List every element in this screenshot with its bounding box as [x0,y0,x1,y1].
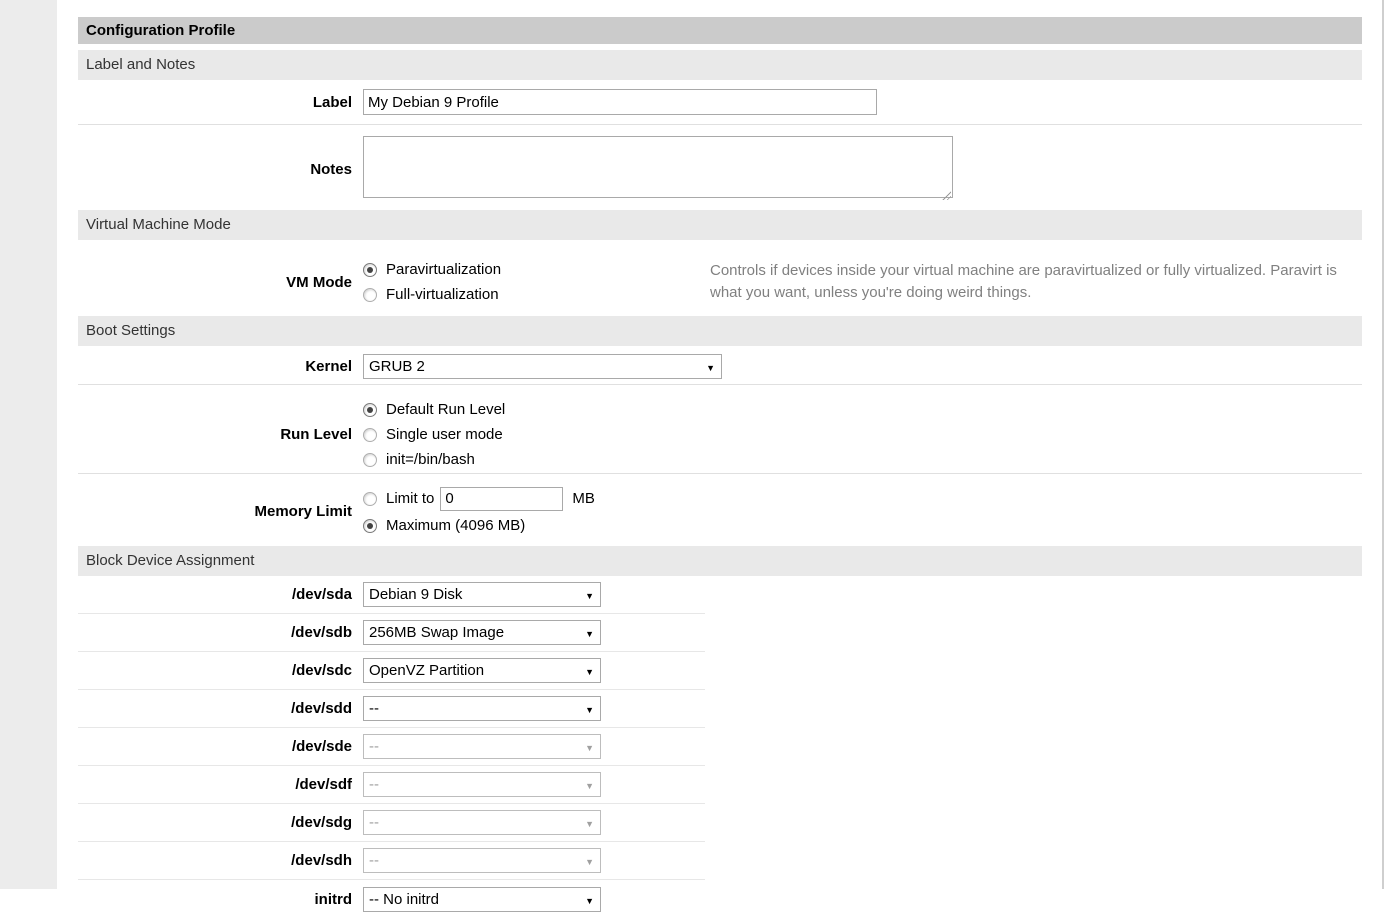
device-row-sdc: /dev/sdc OpenVZ Partition [78,652,705,690]
memory-unit-label: MB [572,490,595,507]
memory-limit-input[interactable] [440,487,563,511]
radio-button-icon[interactable] [363,492,377,506]
memory-limit-label: Memory Limit [78,503,352,520]
device-row-sdf: /dev/sdf -- [78,766,705,804]
dropdown-arrow-icon [585,662,594,679]
radio-button-icon[interactable] [363,453,377,467]
label-input[interactable] [363,89,877,115]
option-label: Default Run Level [386,401,505,418]
dropdown-arrow-icon [585,586,594,603]
memory-limit-option-maximum[interactable]: Maximum (4096 MB) [363,513,595,538]
vm-mode-help-text: Controls if devices inside your virtual … [710,260,1350,304]
page-left-margin [0,0,57,889]
run-level-row: Run Level Default Run Level Single user … [78,385,1362,474]
device-select-sdb[interactable]: 256MB Swap Image [363,620,601,645]
section-header-virtual-machine-mode: Virtual Machine Mode [78,210,1362,240]
right-edge-border [1382,0,1384,889]
device-row-initrd: initrd -- No initrd [78,880,705,918]
device-label: /dev/sdg [78,814,352,831]
device-select-value: -- [369,738,379,755]
section-header-label-and-notes: Label and Notes [78,50,1362,80]
vm-mode-option-full-virtualization[interactable]: Full-virtualization [363,282,710,307]
device-select-sdg: -- [363,810,601,835]
label-field-label: Label [78,94,352,111]
run-level-option-single-user[interactable]: Single user mode [363,422,505,447]
option-label: Paravirtualization [386,261,501,278]
dropdown-arrow-icon [585,814,594,831]
device-label: /dev/sdf [78,776,352,793]
initrd-select[interactable]: -- No initrd [363,887,601,912]
radio-button-icon[interactable] [363,519,377,533]
label-row: Label [78,80,1362,125]
radio-button-icon[interactable] [363,263,377,277]
configuration-profile-form: Configuration Profile Label and Notes La… [78,17,1362,918]
vm-mode-row: VM Mode Paravirtualization Full-virtuali… [78,240,1362,316]
device-row-sde: /dev/sde -- [78,728,705,766]
block-device-table: /dev/sda Debian 9 Disk /dev/sdb 256MB Sw… [78,576,705,918]
device-select-value: -- No initrd [369,891,439,908]
device-select-sdf: -- [363,772,601,797]
device-label: /dev/sdh [78,852,352,869]
dropdown-arrow-icon [585,776,594,793]
kernel-row: Kernel GRUB 2 [78,346,1362,385]
device-label: /dev/sda [78,586,352,603]
device-select-value: -- [369,814,379,831]
run-level-option-default[interactable]: Default Run Level [363,397,505,422]
memory-limit-row: Memory Limit Limit to MB Maximum (4096 M… [78,474,1362,546]
device-label: /dev/sde [78,738,352,755]
kernel-select[interactable]: GRUB 2 [363,354,722,379]
option-label: Maximum (4096 MB) [386,517,525,534]
kernel-label: Kernel [78,358,352,375]
run-level-option-init-bin-bash[interactable]: init=/bin/bash [363,447,505,472]
device-label: /dev/sdd [78,700,352,717]
device-select-sdc[interactable]: OpenVZ Partition [363,658,601,683]
kernel-select-value: GRUB 2 [369,358,425,375]
device-select-sdh: -- [363,848,601,873]
notes-field-label: Notes [78,161,352,178]
device-select-value: -- [369,700,379,717]
dropdown-arrow-icon [585,738,594,755]
device-row-sdh: /dev/sdh -- [78,842,705,880]
device-label: /dev/sdc [78,662,352,679]
notes-row: Notes [78,125,1362,210]
device-row-sda: /dev/sda Debian 9 Disk [78,576,705,614]
dropdown-arrow-icon [706,358,715,375]
device-select-sdd[interactable]: -- [363,696,601,721]
device-select-sde: -- [363,734,601,759]
device-row-sdb: /dev/sdb 256MB Swap Image [78,614,705,652]
option-label: Limit to [386,490,434,507]
device-row-sdd: /dev/sdd -- [78,690,705,728]
option-label: Full-virtualization [386,286,499,303]
vm-mode-option-paravirtualization[interactable]: Paravirtualization [363,257,710,282]
device-select-value: OpenVZ Partition [369,662,484,679]
dropdown-arrow-icon [585,891,594,908]
device-select-sda[interactable]: Debian 9 Disk [363,582,601,607]
dropdown-arrow-icon [585,852,594,869]
device-select-value: 256MB Swap Image [369,624,504,641]
radio-button-icon[interactable] [363,428,377,442]
radio-button-icon[interactable] [363,288,377,302]
vm-mode-label: VM Mode [78,274,352,291]
memory-limit-option-limit-to[interactable]: Limit to MB [363,484,595,513]
section-header-boot-settings: Boot Settings [78,316,1362,346]
device-label: initrd [78,891,352,908]
option-label: init=/bin/bash [386,451,475,468]
device-select-value: Debian 9 Disk [369,586,462,603]
device-label: /dev/sdb [78,624,352,641]
notes-textarea[interactable] [363,136,953,198]
radio-button-icon[interactable] [363,403,377,417]
device-select-value: -- [369,776,379,793]
option-label: Single user mode [386,426,503,443]
dropdown-arrow-icon [585,624,594,641]
page-title: Configuration Profile [78,17,1362,44]
device-row-sdg: /dev/sdg -- [78,804,705,842]
section-header-block-device-assignment: Block Device Assignment [78,546,1362,576]
device-select-value: -- [369,852,379,869]
run-level-label: Run Level [78,426,352,443]
dropdown-arrow-icon [585,700,594,717]
